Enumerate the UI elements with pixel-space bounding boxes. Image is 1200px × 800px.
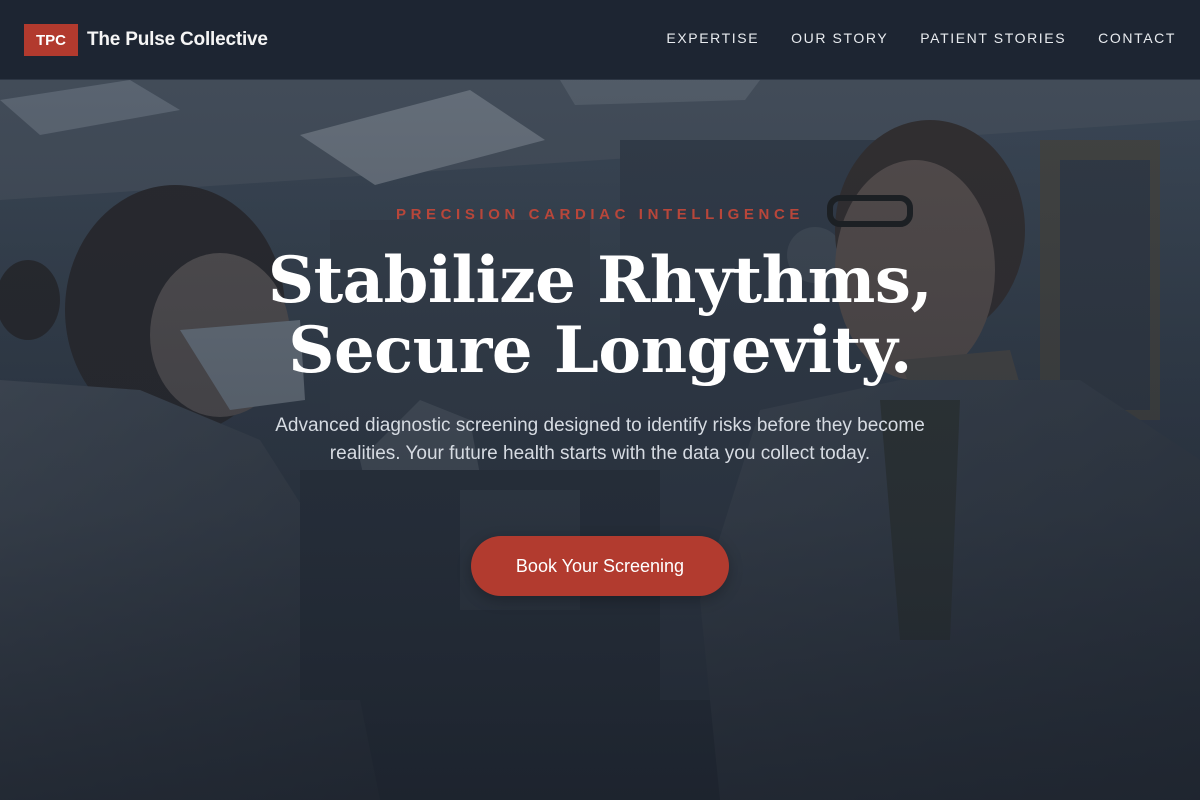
site-header: TPC The Pulse Collective EXPERTISE OUR S… bbox=[0, 0, 1200, 80]
logo-badge: TPC bbox=[24, 24, 78, 56]
main-nav: EXPERTISE OUR STORY PATIENT STORIES CONT… bbox=[666, 30, 1176, 46]
hero-eyebrow: PRECISION CARDIAC INTELLIGENCE bbox=[395, 206, 804, 223]
nav-link-contact[interactable]: CONTACT bbox=[1098, 30, 1176, 46]
hero-section: PRECISION CARDIAC INTELLIGENCE Stabilize… bbox=[0, 80, 1200, 800]
headline-line-1: Stabilize Rhythms, bbox=[267, 243, 933, 318]
page: TPC The Pulse Collective EXPERTISE OUR S… bbox=[0, 0, 1200, 800]
hero-headline: Stabilize Rhythms, Secure Longevity. bbox=[100, 246, 1100, 386]
hero-subtext: Advanced diagnostic screening designed t… bbox=[275, 415, 925, 464]
nav-link-patient-stories[interactable]: PATIENT STORIES bbox=[920, 30, 1066, 46]
headline-line-2: Secure Longevity. bbox=[288, 313, 912, 388]
brand-link[interactable]: TPC The Pulse Collective bbox=[24, 24, 268, 56]
nav-link-our-story[interactable]: OUR STORY bbox=[791, 30, 888, 46]
brand-name: The Pulse Collective bbox=[87, 29, 268, 50]
book-screening-button[interactable]: Book Your Screening bbox=[471, 536, 729, 596]
nav-link-expertise[interactable]: EXPERTISE bbox=[666, 30, 759, 46]
